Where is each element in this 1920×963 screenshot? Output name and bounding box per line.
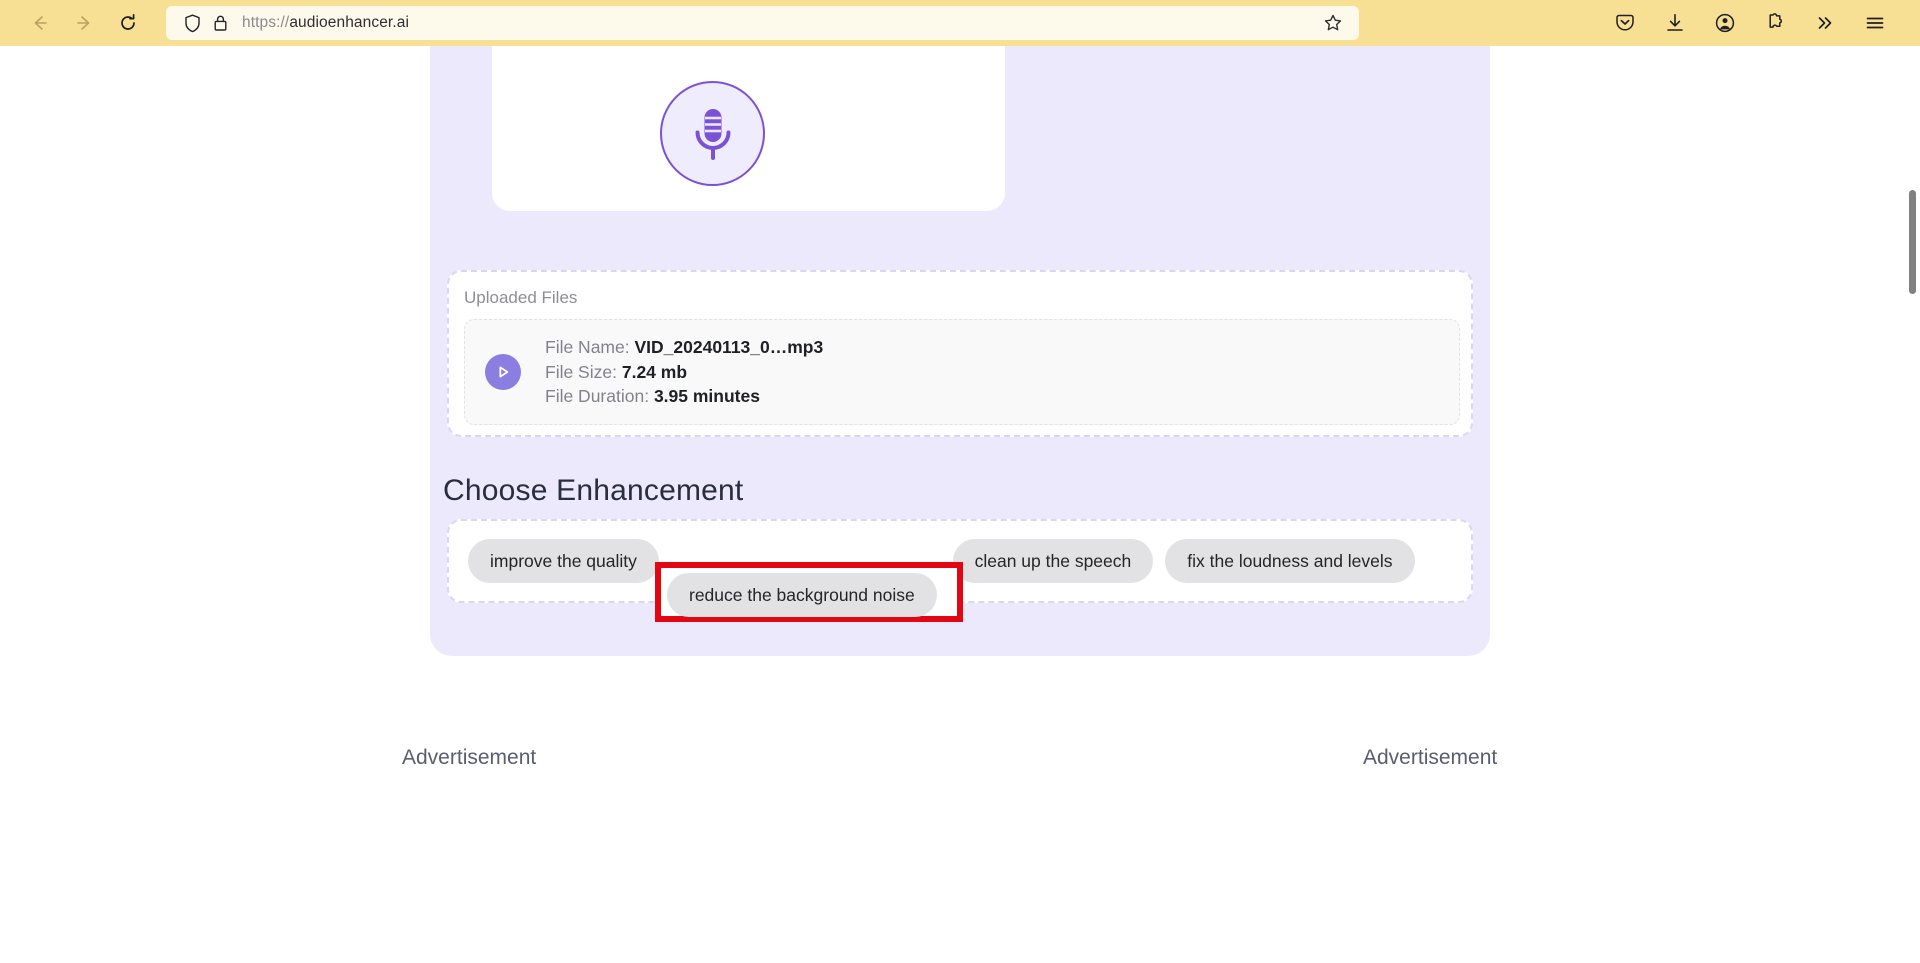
pocket-save-icon[interactable]: [1608, 6, 1642, 40]
reload-button[interactable]: [108, 3, 148, 43]
advertisement-label-right: Advertisement: [1363, 746, 1498, 769]
file-size-value: 7.24 mb: [621, 361, 688, 382]
url-text[interactable]: https://audioenhancer.ai: [236, 14, 1319, 32]
forward-arrow-icon: [77, 16, 90, 30]
uploaded-file-row[interactable]: File Name: VID_20240113_0…mp3 File Size:…: [464, 319, 1460, 425]
file-duration-line: File Duration: 3.95 minutes: [545, 386, 823, 407]
file-size-label: File Size:: [545, 361, 617, 382]
page-viewport: Uploaded Files File Name: VID_20240113_0…: [0, 46, 1920, 963]
file-name-value: VID_20240113_0…mp3: [634, 337, 824, 357]
shield-icon[interactable]: [180, 11, 204, 35]
url-scheme: https://: [242, 14, 290, 31]
file-size-line: File Size: 7.24 mb: [545, 362, 823, 383]
overflow-chevrons-icon[interactable]: [1808, 6, 1842, 40]
address-bar[interactable]: https://audioenhancer.ai: [166, 6, 1359, 40]
enhancement-option-fix-loudness[interactable]: fix the loudness and levels: [1165, 539, 1415, 583]
play-button[interactable]: [485, 354, 521, 390]
enhancement-option-reduce-noise[interactable]: reduce the background noise: [667, 573, 937, 617]
play-icon: [499, 366, 509, 378]
bookmark-star-icon[interactable]: [1319, 9, 1347, 37]
extensions-icon[interactable]: [1758, 6, 1792, 40]
file-name-line: File Name: VID_20240113_0…mp3: [545, 337, 823, 358]
reload-icon: [121, 14, 135, 30]
downloads-icon[interactable]: [1658, 6, 1692, 40]
account-icon[interactable]: [1708, 6, 1742, 40]
enhancement-options-card: improve the quality reduce the backgroun…: [447, 519, 1473, 603]
back-arrow-icon: [34, 16, 47, 30]
enhancement-option-improve-quality[interactable]: improve the quality: [468, 539, 659, 583]
address-bar-container: https://audioenhancer.ai: [166, 6, 1359, 40]
application-menu-icon[interactable]: [1858, 6, 1892, 40]
microphone-icon: [695, 108, 730, 160]
enhancement-option-clean-speech[interactable]: clean up the speech: [952, 539, 1154, 583]
uploaded-files-card: Uploaded Files File Name: VID_20240113_0…: [447, 270, 1473, 437]
advertisement-label-left: Advertisement: [402, 746, 537, 769]
uploaded-files-title: Uploaded Files: [464, 288, 578, 307]
file-duration-label: File Duration:: [545, 386, 650, 406]
url-domain: audioenhancer.ai: [289, 14, 410, 31]
back-button[interactable]: [20, 3, 60, 43]
file-name-label: File Name:: [545, 337, 630, 357]
navigation-buttons: [20, 3, 148, 43]
file-metadata: File Name: VID_20240113_0…mp3 File Size:…: [545, 337, 823, 407]
upload-dropzone-card[interactable]: [492, 46, 1005, 211]
page-scrollbar-track[interactable]: [1904, 92, 1920, 963]
browser-toolbar: https://audioenhancer.ai: [0, 0, 1920, 46]
forward-button[interactable]: [64, 3, 104, 43]
choose-enhancement-heading: Choose Enhancement: [443, 474, 744, 507]
page-scrollbar-thumb[interactable]: [1909, 190, 1916, 294]
padlock-icon[interactable]: [208, 11, 232, 35]
toolbar-icon-group: [1608, 6, 1906, 40]
microphone-button[interactable]: [660, 81, 765, 186]
file-duration-value: 3.95 minutes: [653, 386, 760, 406]
